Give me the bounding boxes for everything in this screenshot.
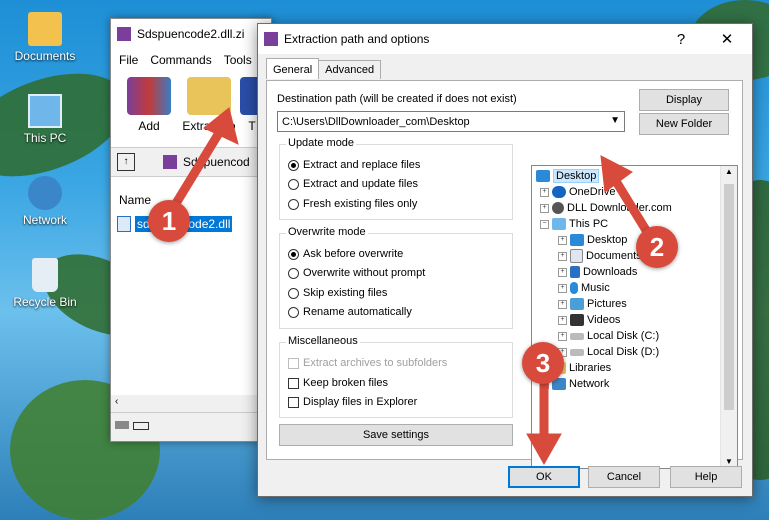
step-marker-3: 3 [522, 342, 564, 384]
tab-general[interactable]: General [266, 58, 320, 79]
step-marker-1: 1 [148, 200, 190, 242]
arrow-3-head [526, 433, 562, 466]
step-marker-2: 2 [636, 226, 678, 268]
arrow-1-shaft [170, 123, 227, 210]
arrow-1-head [203, 107, 239, 145]
